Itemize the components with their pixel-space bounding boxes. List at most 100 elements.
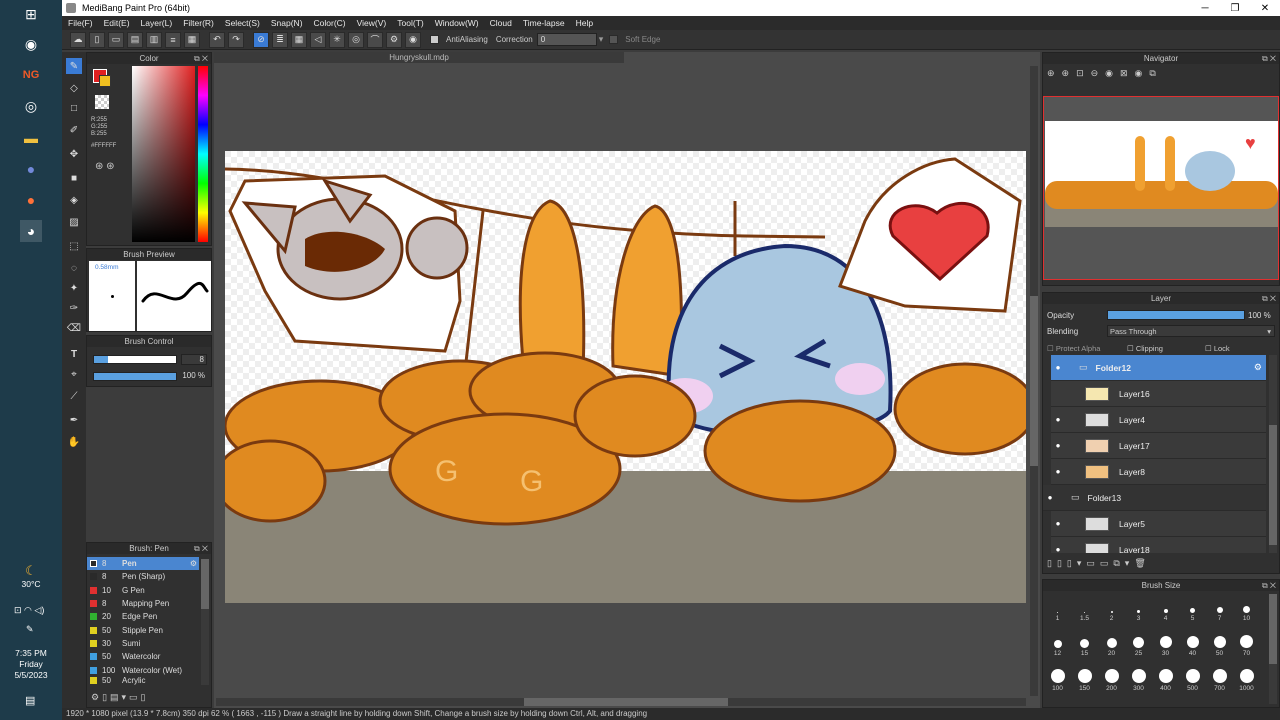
brush-item-watercolor[interactable]: 50 Watercolor (87, 650, 199, 663)
brush-size-option[interactable]: 12 (1044, 629, 1071, 657)
select-tool-icon[interactable]: ⬚ (66, 238, 82, 254)
navigator-zoom-controls[interactable]: ⊕⊕⊡⊖◉⊠◉⧉ (1047, 68, 1163, 79)
brush-size-option[interactable]: 7 (1206, 594, 1233, 622)
fill-shape-icon[interactable]: ■ (66, 170, 82, 186)
brush-list-actions[interactable]: ⚙▯▤▾▭▯ (91, 692, 149, 703)
background-color-swatch[interactable] (99, 75, 111, 87)
brush-item-pen[interactable]: 8 Pen ⚙ (87, 557, 199, 571)
clipping-checkbox[interactable]: ☐ Clipping (1127, 344, 1163, 353)
comment-icon[interactable]: ▭ (108, 31, 124, 48)
grid-icon[interactable]: ▦ (184, 31, 200, 48)
scrollbar-thumb[interactable] (1030, 296, 1038, 466)
artwork-canvas[interactable]: G G (225, 151, 1026, 603)
brush-item-sumi[interactable]: 30 Sumi (87, 637, 199, 650)
menu-view[interactable]: View(V) (357, 18, 387, 28)
snap-off-icon[interactable]: ⊘ (253, 31, 269, 48)
brush-size-option[interactable]: 1000 (1233, 664, 1260, 692)
brush-item-watercolor-wet[interactable]: 100 Watercolor (Wet) (87, 663, 199, 676)
edge-browser-icon[interactable]: ◉ (18, 33, 44, 55)
brush-size-value[interactable]: 8 (181, 354, 207, 365)
brush-size-option[interactable]: 2 (1098, 594, 1125, 622)
eye-icon[interactable]: ● (1051, 467, 1065, 476)
layer-layer16[interactable]: Layer16 (1051, 381, 1266, 407)
new-file-icon[interactable]: ▯ (89, 31, 105, 48)
brush-list-scrollbar[interactable] (201, 559, 209, 685)
scrollbar-thumb[interactable] (1269, 594, 1277, 664)
layer-layer5[interactable]: ● Layer5 (1051, 511, 1266, 537)
saturation-value-picker[interactable] (132, 66, 195, 242)
medibang-taskbar-icon[interactable]: ◕ (20, 220, 42, 242)
layer-layer17[interactable]: ● Layer17 (1051, 433, 1266, 459)
lock-checkbox[interactable]: ☐ Lock (1205, 344, 1230, 353)
firefox-icon[interactable]: ● (18, 189, 44, 211)
gradient-tool-icon[interactable]: ▨ (66, 214, 82, 230)
brush-size-option[interactable]: 50 (1206, 629, 1233, 657)
eye-icon[interactable]: ● (1051, 363, 1065, 372)
correction-input[interactable]: 0 (536, 33, 597, 46)
system-tray-icons[interactable]: ⊡ ◠ ◁) (14, 605, 44, 616)
layer-layer8[interactable]: ● Layer8 (1051, 459, 1266, 485)
brush-item-mapping-pen[interactable]: 8 Mapping Pen (87, 597, 199, 610)
brush-size-scrollbar[interactable] (1269, 594, 1277, 704)
scrollbar-thumb[interactable] (1269, 425, 1277, 545)
text-tool-icon[interactable]: T (66, 346, 82, 362)
eye-icon[interactable]: ● (1051, 519, 1065, 528)
file-explorer-icon[interactable]: ▬ (18, 127, 44, 149)
notification-icon[interactable]: ▤ (25, 694, 35, 707)
blending-dropdown[interactable]: Pass Through ▾ (1107, 325, 1275, 337)
cloud-icon[interactable]: ☁ (70, 31, 86, 48)
brush-size-option[interactable]: 10 (1233, 594, 1260, 622)
menu-edit[interactable]: Edit(E) (104, 18, 130, 28)
menu-tool[interactable]: Tool(T) (397, 18, 423, 28)
brush-size-option[interactable]: 100 (1044, 664, 1071, 692)
menu-snap[interactable]: Snap(N) (271, 18, 303, 28)
brush-item-pen-sharp[interactable]: 8 Pen (Sharp) (87, 570, 199, 583)
brush-size-option[interactable]: 3 (1125, 594, 1152, 622)
brush-size-option[interactable]: 70 (1233, 629, 1260, 657)
brush-item-acrylic[interactable]: 50 Acrylic (87, 677, 199, 685)
snap-cross-icon[interactable]: ▦ (291, 31, 307, 48)
chevron-down-icon[interactable]: ▾ (599, 34, 604, 45)
windows-start-icon[interactable]: ⊞ (18, 3, 44, 25)
menu-file[interactable]: File(F) (68, 18, 93, 28)
close-button[interactable]: ✕ (1250, 0, 1280, 16)
snap-parallel-icon[interactable]: ≣ (272, 31, 288, 48)
eye-icon[interactable]: ● (1051, 545, 1065, 553)
snap-circle-icon[interactable]: ◎ (348, 31, 364, 48)
magic-wand-icon[interactable]: ✦ (66, 280, 82, 296)
brush-size-option[interactable]: 1 (1044, 594, 1071, 622)
brush-size-option[interactable]: 15 (1071, 629, 1098, 657)
brush-size-option[interactable]: 40 (1179, 629, 1206, 657)
brush-opacity-slider[interactable] (93, 372, 177, 381)
brush-size-option[interactable]: 700 (1206, 664, 1233, 692)
navigator-preview[interactable]: ♥ (1043, 96, 1279, 280)
maximize-button[interactable]: ❐ (1220, 0, 1250, 16)
canvas-area[interactable]: Hungryskull.mdp G G (214, 52, 1040, 708)
menu-cloud[interactable]: Cloud (490, 18, 512, 28)
list-icon[interactable]: ≡ (165, 31, 181, 48)
select-eraser-icon[interactable]: ⌫ (66, 320, 82, 336)
snap-vanishing-icon[interactable]: ◁ (310, 31, 326, 48)
eye-icon[interactable]: ● (1051, 415, 1065, 424)
eyedropper-tool-icon[interactable]: ✒ (66, 412, 82, 428)
eye-icon[interactable]: ● (1051, 441, 1065, 450)
scrollbar-thumb[interactable] (201, 559, 209, 609)
brush-size-option[interactable]: 30 (1152, 629, 1179, 657)
eraser-tool-icon[interactable]: ◇ (66, 80, 82, 96)
page-icon[interactable]: ▥ (146, 31, 162, 48)
soft-edge-checkbox[interactable] (609, 35, 619, 44)
brush-size-option[interactable]: 150 (1071, 664, 1098, 692)
menu-time-lapse[interactable]: Time-lapse (523, 18, 565, 28)
protect-alpha-checkbox[interactable]: ☐ Protect Alpha (1047, 344, 1100, 353)
snap-radial-icon[interactable]: ✳ (329, 31, 345, 48)
document-tab[interactable]: Hungryskull.mdp (214, 52, 624, 63)
layer-folder12[interactable]: ● ▭ Folder12 ⚙ (1051, 355, 1266, 381)
redo-icon[interactable]: ↷ (228, 31, 244, 48)
clock[interactable]: 7:35 PM Friday 5/5/2023 (0, 648, 62, 681)
antialiasing-checkbox[interactable] (430, 35, 439, 44)
dot-pen-icon[interactable]: ✐ (66, 122, 82, 138)
menu-color[interactable]: Color(C) (314, 18, 346, 28)
bucket-tool-icon[interactable]: ◈ (66, 192, 82, 208)
layer-opacity-slider[interactable] (1107, 310, 1245, 320)
lasso-tool-icon[interactable]: ◌ (66, 260, 82, 276)
